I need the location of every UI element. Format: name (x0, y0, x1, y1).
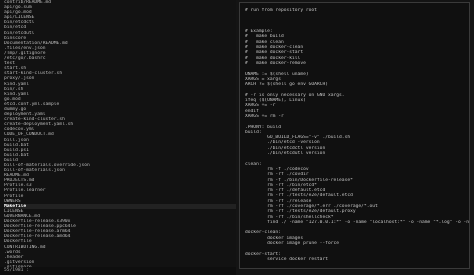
file-list: contrib/README.md api/go.sum api/go.mod api… (0, 0, 236, 270)
code-line: docker-kill: (245, 268, 469, 269)
file-preview-panel: # run from repository root # Example: # ma… (239, 2, 470, 269)
code-preview: # run from repository root # Example: # ma… (240, 3, 469, 269)
file-count-status: 55/1981 : (0, 267, 236, 275)
code-line: find ./ -name "127.0.0.1:*" -o -name "lo… (267, 219, 469, 225)
file-list-panel: contrib/README.md api/go.sum api/go.mod api… (0, 0, 236, 275)
